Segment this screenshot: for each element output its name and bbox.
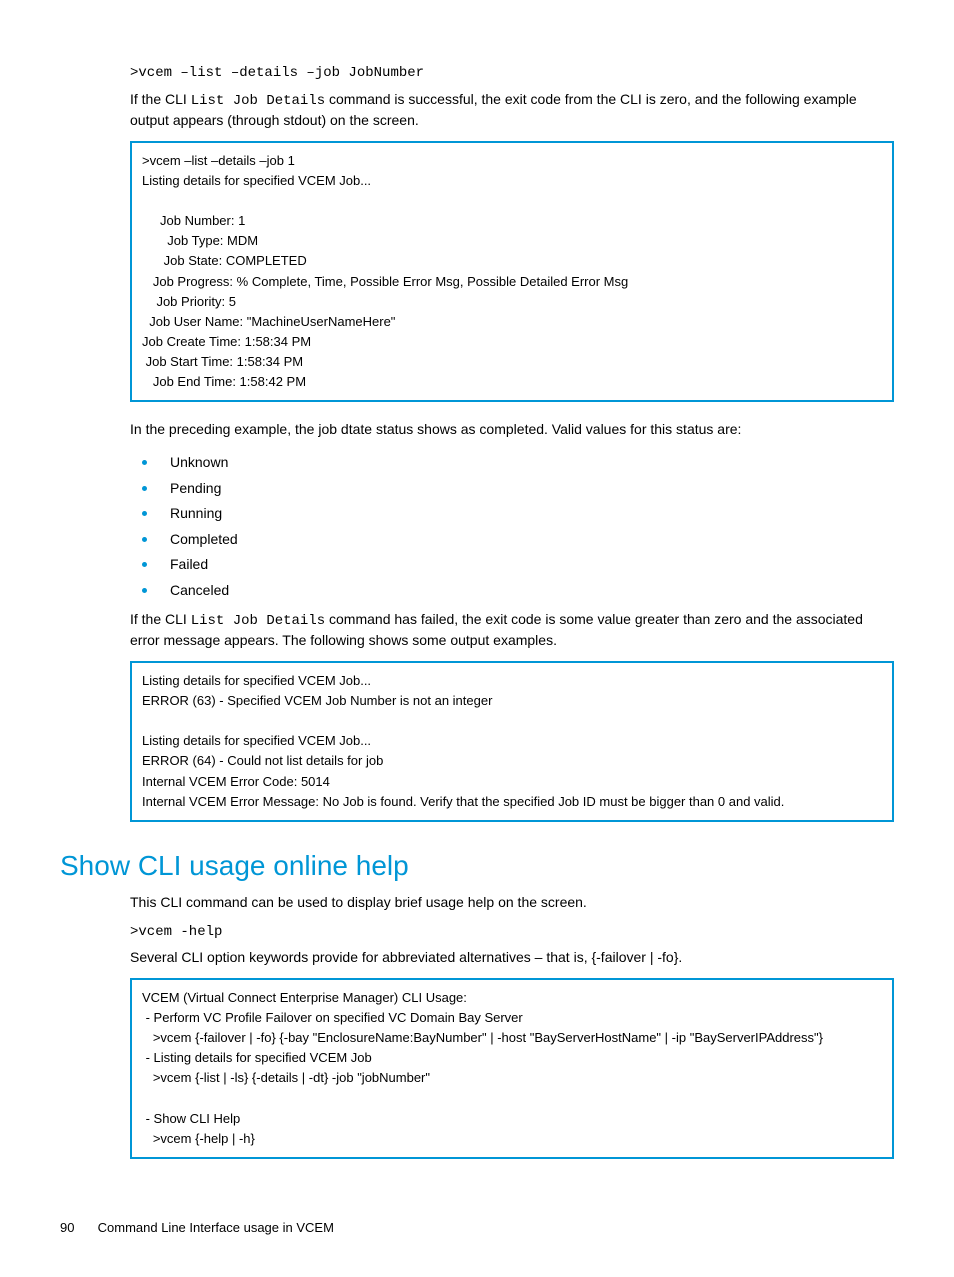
box2-l4: ERROR (64) - Could not list details for … <box>142 751 882 771</box>
bullet-running: Running <box>130 501 894 527</box>
para1-code: List Job Details <box>191 93 325 109</box>
status-bullets: Unknown Pending Running Completed Failed… <box>130 450 894 604</box>
box2-blank <box>142 711 882 731</box>
box1-l11: Job End Time: 1:58:42 PM <box>142 372 882 392</box>
box1-l4: Job Type: MDM <box>142 231 882 251</box>
box3-l2: - Perform VC Profile Failover on specifi… <box>142 1008 882 1028</box>
box1-l2: Listing details for specified VCEM Job..… <box>142 171 882 191</box>
bullet-failed: Failed <box>130 552 894 578</box>
output-box-1: >vcem –list –details –job 1 Listing deta… <box>130 141 894 403</box>
box3-l5: >vcem {-list | -ls} {-details | -dt} -jo… <box>142 1068 882 1088</box>
box1-l8: Job User Name: "MachineUserNameHere" <box>142 312 882 332</box>
box3-l4: - Listing details for specified VCEM Job <box>142 1048 882 1068</box>
box3-l7: >vcem {-help | -h} <box>142 1129 882 1149</box>
box3-l6: - Show CLI Help <box>142 1109 882 1129</box>
bullet-unknown: Unknown <box>130 450 894 476</box>
box3-l3: >vcem {-failover | -fo} {-bay "Enclosure… <box>142 1028 882 1048</box>
box1-l6: Job Progress: % Complete, Time, Possible… <box>142 272 882 292</box>
para1-a: If the CLI <box>130 91 191 107</box>
paragraph-1: If the CLI List Job Details command is s… <box>130 90 894 131</box>
box1-l1: >vcem –list –details –job 1 <box>142 151 882 171</box>
paragraph-3: If the CLI List Job Details command has … <box>130 610 894 651</box>
command-line-1: >vcem –list –details –job JobNumber <box>130 64 894 84</box>
bullet-completed: Completed <box>130 527 894 553</box>
paragraph-2: In the preceding example, the job dtate … <box>130 420 894 440</box>
para3-code: List Job Details <box>191 613 325 629</box>
box1-l3: Job Number: 1 <box>142 211 882 231</box>
para3-a: If the CLI <box>130 611 191 627</box>
page-number: 90 <box>60 1219 94 1237</box>
box2-l1: Listing details for specified VCEM Job..… <box>142 671 882 691</box>
command-line-2: >vcem -help <box>130 923 894 943</box>
output-box-3: VCEM (Virtual Connect Enterprise Manager… <box>130 978 894 1159</box>
output-box-2: Listing details for specified VCEM Job..… <box>130 661 894 822</box>
box1-blank1 <box>142 191 882 211</box>
paragraph-4: This CLI command can be used to display … <box>130 893 894 913</box>
box1-l9: Job Create Time: 1:58:34 PM <box>142 332 882 352</box>
box1-l7: Job Priority: 5 <box>142 292 882 312</box>
bullet-canceled: Canceled <box>130 578 894 604</box>
page-footer: 90 Command Line Interface usage in VCEM <box>60 1219 894 1237</box>
box3-blank <box>142 1088 882 1108</box>
box1-l5: Job State: COMPLETED <box>142 251 882 271</box>
box2-l5: Internal VCEM Error Code: 5014 <box>142 772 882 792</box>
footer-title: Command Line Interface usage in VCEM <box>98 1220 334 1235</box>
paragraph-5: Several CLI option keywords provide for … <box>130 948 894 968</box>
section-heading: Show CLI usage online help <box>60 846 894 885</box>
box3-l1: VCEM (Virtual Connect Enterprise Manager… <box>142 988 882 1008</box>
box1-l10: Job Start Time: 1:58:34 PM <box>142 352 882 372</box>
box2-l2: ERROR (63) - Specified VCEM Job Number i… <box>142 691 882 711</box>
box2-l3: Listing details for specified VCEM Job..… <box>142 731 882 751</box>
box2-l6: Internal VCEM Error Message: No Job is f… <box>142 792 882 812</box>
bullet-pending: Pending <box>130 476 894 502</box>
